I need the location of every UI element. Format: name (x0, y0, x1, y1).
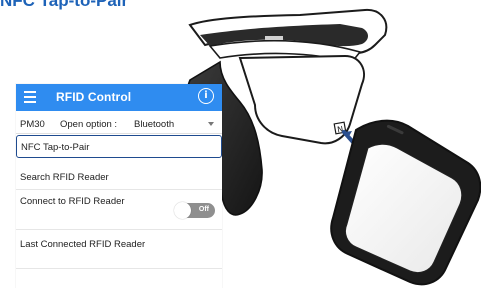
hamburger-icon[interactable] (24, 91, 36, 103)
nfc-arrow (342, 130, 362, 152)
trigger (281, 69, 307, 114)
svg-text:N: N (337, 125, 344, 135)
phone-screen (344, 143, 463, 274)
toggle-state-text: Off (198, 206, 209, 213)
chevron-down-icon (208, 122, 214, 126)
connect-rfid-reader-label: Connect to RFID Reader (20, 196, 125, 207)
open-option-value: Bluetooth (134, 119, 175, 130)
nfc-arrow-head (344, 131, 352, 138)
nfc-tap-to-pair-item[interactable]: NFC Tap-to-Pair (16, 135, 222, 158)
sled-pins (265, 36, 283, 40)
page-heading: NFC Tap-to-Pair (0, 0, 129, 10)
search-rfid-reader-label: Search RFID Reader (20, 172, 109, 183)
open-option-select[interactable]: Bluetooth (130, 115, 222, 133)
nfc-icon (333, 121, 347, 135)
open-option-row: PM30 Open option : Bluetooth (16, 112, 222, 134)
rfid-control-app: RFID Control i PM30 Open option : Blueto… (16, 84, 222, 288)
search-rfid-reader-item[interactable]: Search RFID Reader (16, 168, 222, 190)
page-root: NFC Tap-to-Pair N RFID Control i PM30 Op… (0, 0, 481, 288)
sled-rails (208, 39, 362, 63)
sled-top-band (200, 24, 368, 47)
connect-rfid-reader-row: Connect to RFID Reader Off (16, 190, 222, 230)
connect-toggle[interactable]: Off (174, 202, 215, 219)
nfc-tap-to-pair-label: NFC Tap-to-Pair (21, 142, 90, 153)
device-model: PM30 (20, 119, 45, 130)
last-connected-reader-label: Last Connected RFID Reader (20, 239, 146, 250)
phone-body (330, 119, 481, 286)
sled-body (188, 8, 388, 55)
info-icon[interactable]: i (198, 88, 214, 104)
app-bar: RFID Control i (16, 84, 222, 111)
app-title: RFID Control (56, 90, 132, 104)
phone-speaker (386, 124, 404, 135)
last-connected-reader-item[interactable]: Last Connected RFID Reader (16, 230, 222, 269)
sled-frame (238, 54, 365, 145)
open-option-label: Open option : (60, 119, 118, 130)
toggle-knob (174, 202, 191, 219)
